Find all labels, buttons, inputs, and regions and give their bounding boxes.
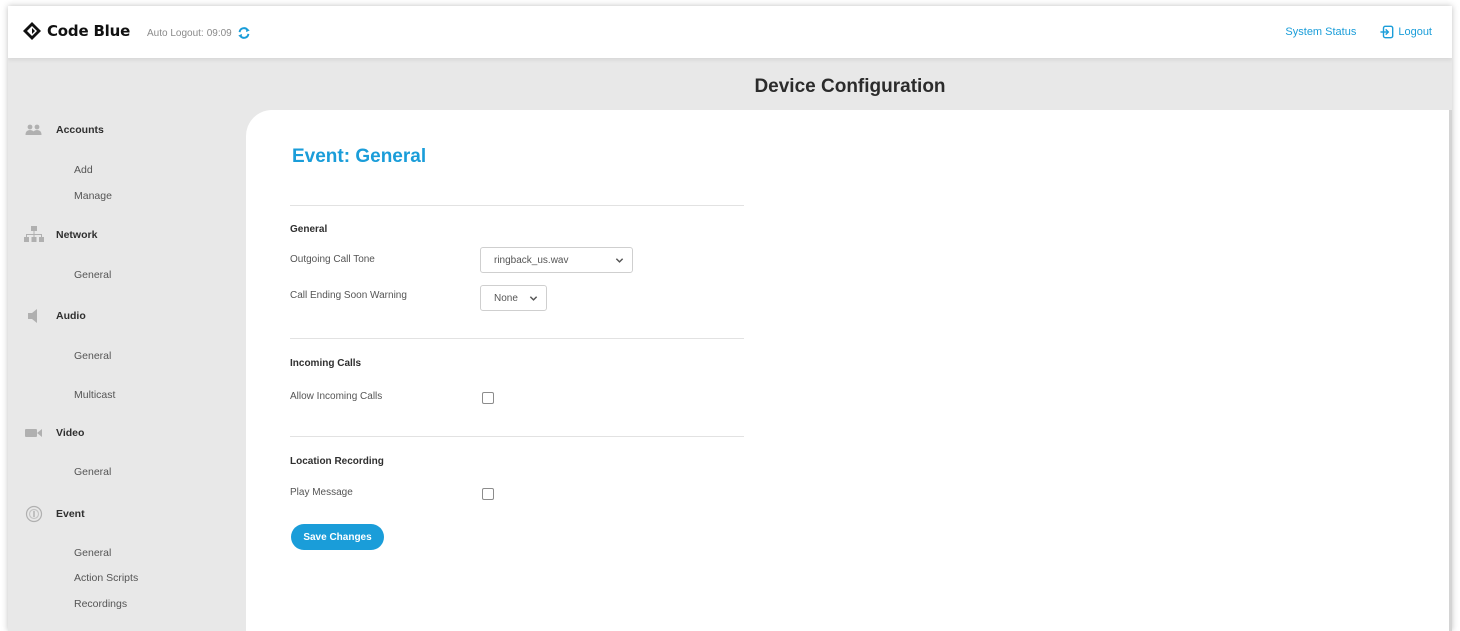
top-bar: Code Blue Auto Logout: 09:09 System Stat… (8, 6, 1452, 58)
outgoing-call-tone-label: Outgoing Call Tone (290, 254, 375, 265)
divider (290, 205, 744, 206)
section-title: Event: General (292, 146, 427, 167)
call-ending-warning-value: None (494, 292, 518, 304)
outgoing-call-tone-select[interactable]: ringback_us.wav (480, 247, 633, 273)
allow-incoming-calls-label: Allow Incoming Calls (290, 391, 383, 402)
sidebar-label-accounts: Accounts (56, 124, 104, 136)
sidebar-item-event-recordings[interactable]: Recordings (74, 598, 127, 610)
sidebar-section-network[interactable]: Network (24, 226, 98, 243)
speaker-icon (24, 308, 44, 324)
sidebar-item-audio-general[interactable]: General (74, 350, 111, 362)
chevron-down-icon (529, 296, 538, 301)
divider (290, 436, 744, 437)
top-right-links: System Status Logout (1285, 25, 1432, 39)
network-icon (24, 226, 44, 243)
sidebar-item-video-general[interactable]: General (74, 466, 111, 478)
scrollbar[interactable] (1449, 110, 1452, 631)
sidebar-item-accounts-add[interactable]: Add (74, 164, 93, 176)
outgoing-call-tone-value: ringback_us.wav (494, 254, 569, 266)
page-title: Device Configuration (754, 76, 946, 97)
sidebar-label-video: Video (56, 427, 85, 439)
users-icon (24, 122, 44, 138)
sidebar-section-event[interactable]: Event (24, 505, 85, 523)
sidebar-item-event-action-scripts[interactable]: Action Scripts (74, 572, 138, 584)
general-heading: General (290, 224, 328, 235)
sidebar-section-video[interactable]: Video (24, 425, 84, 441)
sidebar-label-audio: Audio (56, 310, 86, 322)
brand-logo[interactable]: Code Blue (22, 21, 130, 41)
code-blue-logo-icon (23, 22, 41, 40)
sidebar-section-accounts[interactable]: Accounts (24, 122, 104, 138)
play-message-checkbox[interactable] (482, 488, 494, 500)
call-ending-warning-label: Call Ending Soon Warning (290, 290, 407, 301)
sidebar-label-event: Event (56, 508, 85, 520)
chevron-down-icon (615, 258, 624, 263)
divider (290, 338, 744, 339)
app-window: Code Blue Auto Logout: 09:09 System Stat… (8, 6, 1452, 631)
content-panel: Event: General General Outgoing Call Ton… (246, 110, 1452, 631)
sidebar-item-event-general[interactable]: General (74, 547, 111, 559)
auto-logout-time: 09:09 (206, 27, 232, 39)
save-changes-button[interactable]: Save Changes (291, 524, 384, 550)
sidebar: Accounts Add Manage Network General Audi… (8, 110, 246, 631)
call-ending-warning-select[interactable]: None (480, 285, 547, 311)
sidebar-item-network-general[interactable]: General (74, 269, 111, 281)
sidebar-section-audio[interactable]: Audio (24, 308, 86, 324)
event-broadcast-icon (24, 505, 44, 523)
system-status-link[interactable]: System Status (1285, 26, 1356, 38)
allow-incoming-calls-checkbox[interactable] (482, 392, 494, 404)
location-recording-heading: Location Recording (290, 456, 384, 467)
auto-logout: Auto Logout: 09:09 (147, 26, 251, 40)
logout-icon (1380, 25, 1394, 39)
refresh-icon[interactable] (237, 26, 251, 40)
auto-logout-label: Auto Logout: (147, 27, 204, 39)
sidebar-item-audio-multicast[interactable]: Multicast (74, 389, 115, 401)
sidebar-item-accounts-manage[interactable]: Manage (74, 190, 112, 202)
video-camera-icon (24, 425, 44, 441)
logout-label: Logout (1398, 26, 1432, 38)
play-message-label: Play Message (290, 487, 353, 498)
logout-button[interactable]: Logout (1380, 25, 1432, 39)
sidebar-label-network: Network (56, 229, 98, 241)
brand-name: Code Blue (47, 22, 131, 40)
incoming-calls-heading: Incoming Calls (290, 358, 362, 369)
